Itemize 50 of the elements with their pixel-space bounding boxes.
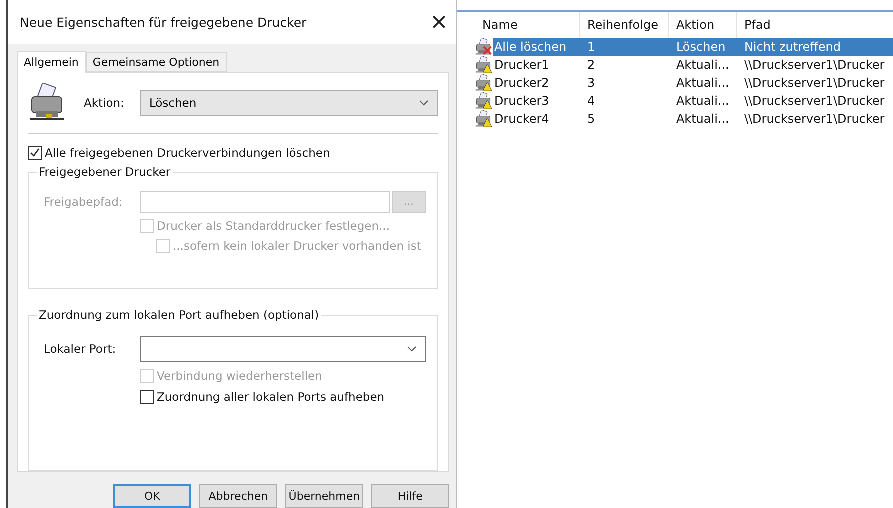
printer-name[interactable]: Drucker3 [493,92,580,110]
port-label: Lokaler Port: [44,342,118,356]
table-cell-text: \\Druckserver1\Drucker [743,57,886,74]
table-cell-text: Aktuali... [675,75,730,92]
table-cell-text: Aktuali... [675,57,730,74]
dialog-button[interactable]: Abbrechen [199,484,278,508]
chevron-icon [419,100,430,106]
table-cell-text: 5 [586,111,596,128]
table-cell-text: 3 [586,75,596,92]
group-title: Freigegebener Drucker [37,165,173,179]
table-cell: Nicht zutreffend [737,38,893,56]
printer-icon [475,92,494,110]
dialog-button[interactable]: Hilfe [371,484,450,508]
checkbox[interactable] [140,390,154,404]
window-title: Neue Eigenschaften für freigegebene Drucker [20,14,307,30]
printer-icon [475,74,494,92]
dialog-button[interactable]: OK [113,484,192,508]
group-title: Zuordnung zum lokalen Port aufheben (optional) [37,308,322,322]
path-field[interactable] [140,191,390,213]
checkbox-label: ...sofern kein lokaler Drucker vorhanden ist [173,239,422,253]
chevron-icon [407,346,417,352]
printer-name[interactable]: Drucker4 [493,110,580,128]
checkbox-label: Drucker als Standarddrucker festlegen... [157,219,390,233]
printer-icon [475,110,494,128]
printer-icon [475,56,494,74]
port-dropdown[interactable] [140,336,426,362]
printer-name[interactable]: Alle löschen [493,38,580,56]
table-cell-text: 2 [586,57,596,74]
dialog-button[interactable]: Übernehmen [285,484,364,508]
table-cell-text: Aktuali... [675,111,730,128]
checkbox-label: Verbindung wiederherstellen [157,368,322,383]
table-cell: Löschen [669,38,738,56]
printer-name[interactable]: Drucker2 [493,74,580,92]
printer-name[interactable]: Drucker1 [493,56,580,74]
printer-icon [475,38,494,56]
close-button[interactable]: × [430,10,448,34]
tab[interactable]: Allgemein [17,51,86,73]
action-label: Aktion: [84,96,124,110]
checkbox-label: Alle freigegebenen Druckerverbindungen löschen [45,146,330,160]
table-cell-text: \\Druckserver1\Drucker [743,75,886,92]
table-cell-text: 4 [586,93,596,110]
table-cell-text: \\Druckserver1\Drucker [743,93,886,110]
table-cell-text: Aktuali... [675,93,730,110]
path-label: Freigabepfad: [44,195,124,209]
action-dropdown[interactable]: Löschen [140,90,438,116]
tab[interactable]: Gemeinsame Optionen [86,52,227,72]
table-cell-text: \\Druckserver1\Drucker [743,111,886,128]
checkbox[interactable] [28,146,42,160]
checkbox-label: Zuordnung aller lokalen Ports aufheben [157,390,385,404]
table-cell: 1 [580,38,670,56]
